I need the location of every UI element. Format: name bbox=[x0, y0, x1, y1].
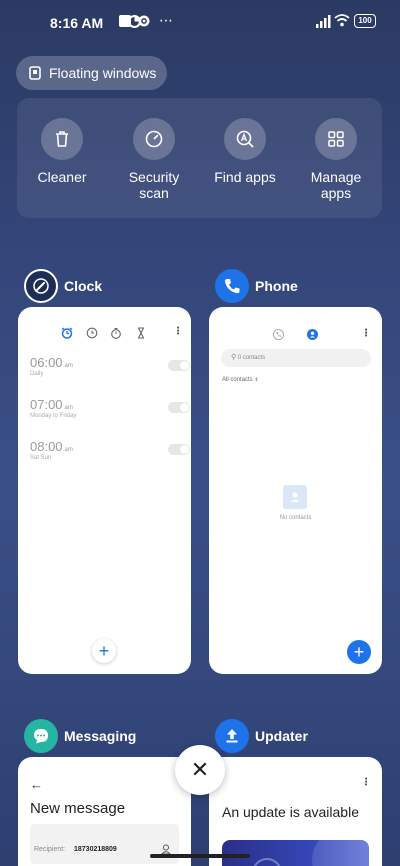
home-indicator[interactable] bbox=[150, 854, 250, 858]
updater-more-icon[interactable]: ⋮ bbox=[361, 777, 371, 788]
update-ring-icon bbox=[252, 858, 282, 866]
contacts-filter[interactable]: All contacts ⇕ bbox=[222, 377, 259, 383]
contacts-search-input[interactable]: ⚲ 0 contacts bbox=[221, 349, 371, 367]
more-status-icon: ⋯ bbox=[159, 12, 174, 28]
find-apps-icon bbox=[224, 118, 266, 160]
contacts-filter-label: All contacts bbox=[222, 377, 253, 383]
notification-square-icon bbox=[119, 15, 131, 27]
floating-windows-label: Floating windows bbox=[49, 65, 157, 81]
updater-app-card[interactable]: ⋮ An update is available bbox=[209, 757, 382, 866]
status-time: 8:16 AM bbox=[50, 15, 104, 31]
stopwatch-tab-icon[interactable] bbox=[110, 327, 122, 339]
clear-all-button[interactable]: ✕ bbox=[175, 745, 225, 795]
alarm-ampm: am bbox=[64, 405, 73, 411]
alarm-ampm: am bbox=[64, 363, 73, 369]
alarm-repeat: Monday to Friday bbox=[30, 413, 77, 419]
add-contact-button[interactable]: + bbox=[347, 640, 371, 664]
empty-contacts-icon bbox=[283, 485, 307, 509]
alarm-toggle[interactable] bbox=[168, 360, 190, 371]
tool-label-manage-apps: Manage apps bbox=[310, 169, 362, 201]
phone-app-name: Phone bbox=[255, 278, 298, 294]
contacts-search-placeholder: 0 contacts bbox=[237, 355, 266, 361]
update-banner bbox=[222, 840, 369, 866]
phone-app-header[interactable]: Phone bbox=[215, 269, 298, 303]
trash-icon bbox=[41, 118, 83, 160]
wifi-icon bbox=[334, 14, 350, 27]
alarm-item[interactable]: 06:00 am Daily bbox=[30, 355, 190, 391]
alarm-item[interactable]: 08:00 am Sat Sun bbox=[30, 439, 190, 475]
alarm-repeat: Sat Sun bbox=[30, 455, 52, 461]
chevron-down-icon: ⇕ bbox=[254, 377, 259, 383]
updater-app-header[interactable]: Updater bbox=[215, 719, 308, 753]
recipient-label: Recipient: bbox=[34, 846, 66, 853]
updater-app-name: Updater bbox=[255, 728, 308, 744]
search-icon: ⚲ bbox=[231, 354, 237, 361]
alarm-ampm: am bbox=[64, 447, 73, 453]
battery-indicator: 100 bbox=[354, 14, 376, 28]
shield-scan-icon bbox=[133, 118, 175, 160]
alarm-time: 08:00 am bbox=[30, 439, 190, 454]
alarm-item[interactable]: 07:00 am Monday to Friday bbox=[30, 397, 190, 433]
recipient-value: 18730218809 bbox=[74, 846, 117, 853]
tool-cleaner[interactable]: Cleaner bbox=[17, 98, 107, 218]
clock-app-header[interactable]: Clock bbox=[24, 269, 102, 303]
new-message-title: New message bbox=[30, 800, 126, 817]
clock-tabs: ⋮ bbox=[58, 326, 183, 341]
back-arrow-icon[interactable]: ← bbox=[30, 777, 43, 792]
signal-icon bbox=[316, 15, 331, 28]
clock-app-icon bbox=[24, 269, 58, 303]
tool-security-scan[interactable]: Security scan bbox=[109, 98, 199, 218]
clock-more-icon[interactable]: ⋮ bbox=[173, 326, 183, 337]
floating-windows-button[interactable]: Floating windows bbox=[16, 56, 167, 90]
quick-tools-panel: Cleaner Security scan Find apps Manage a… bbox=[17, 98, 382, 218]
timer-tab-icon[interactable] bbox=[135, 327, 147, 339]
alarm-time: 06:00 am bbox=[30, 355, 190, 370]
alarm-tab-icon[interactable] bbox=[61, 327, 73, 339]
messaging-app-card[interactable]: ← New message Recipient: 18730218809 bbox=[18, 757, 191, 866]
messaging-app-icon bbox=[24, 719, 58, 753]
tool-find-apps[interactable]: Find apps bbox=[200, 98, 290, 218]
updater-app-icon bbox=[215, 719, 249, 753]
messaging-app-name: Messaging bbox=[64, 728, 137, 744]
messaging-app-header[interactable]: Messaging bbox=[24, 719, 136, 753]
tool-label-security-scan: Security scan bbox=[128, 169, 180, 201]
empty-contacts-text: No contacts bbox=[279, 515, 312, 521]
banner-decor bbox=[312, 840, 369, 866]
contacts-tab-icon[interactable] bbox=[307, 329, 318, 340]
alarm-toggle[interactable] bbox=[168, 402, 190, 413]
alarm-time: 07:00 am bbox=[30, 397, 190, 412]
recipient-field[interactable]: Recipient: 18730218809 bbox=[30, 824, 179, 864]
floating-window-icon bbox=[29, 66, 41, 80]
clock-app-name: Clock bbox=[64, 278, 103, 294]
world-clock-tab-icon[interactable] bbox=[86, 327, 98, 339]
phone-app-card[interactable]: ⋮ ⚲ 0 contacts All contacts ⇕ No contact… bbox=[209, 307, 382, 674]
tool-manage-apps[interactable]: Manage apps bbox=[291, 98, 381, 218]
tool-label-find-apps: Find apps bbox=[214, 169, 276, 185]
update-available-title: An update is available bbox=[222, 804, 359, 820]
close-icon: ✕ bbox=[190, 757, 210, 782]
phone-tab-icon[interactable] bbox=[273, 329, 284, 340]
grid-icon bbox=[315, 118, 357, 160]
add-alarm-button[interactable]: + bbox=[92, 639, 116, 663]
alarm-toggle[interactable] bbox=[168, 444, 190, 455]
alarm-time-value: 06:00 bbox=[30, 355, 63, 370]
alarm-time-value: 08:00 bbox=[30, 439, 63, 454]
phone-more-icon[interactable]: ⋮ bbox=[361, 328, 371, 339]
clock-app-card[interactable]: ⋮ 06:00 am Daily 07:00 am Monday to Friday… bbox=[18, 307, 191, 674]
gear-icon bbox=[138, 15, 150, 27]
status-bar: 8:16 AM ⋯ 100 bbox=[0, 0, 400, 44]
tool-label-cleaner: Cleaner bbox=[37, 169, 87, 185]
phone-app-icon bbox=[215, 269, 249, 303]
alarm-repeat: Daily bbox=[30, 371, 44, 377]
alarm-time-value: 07:00 bbox=[30, 397, 63, 412]
